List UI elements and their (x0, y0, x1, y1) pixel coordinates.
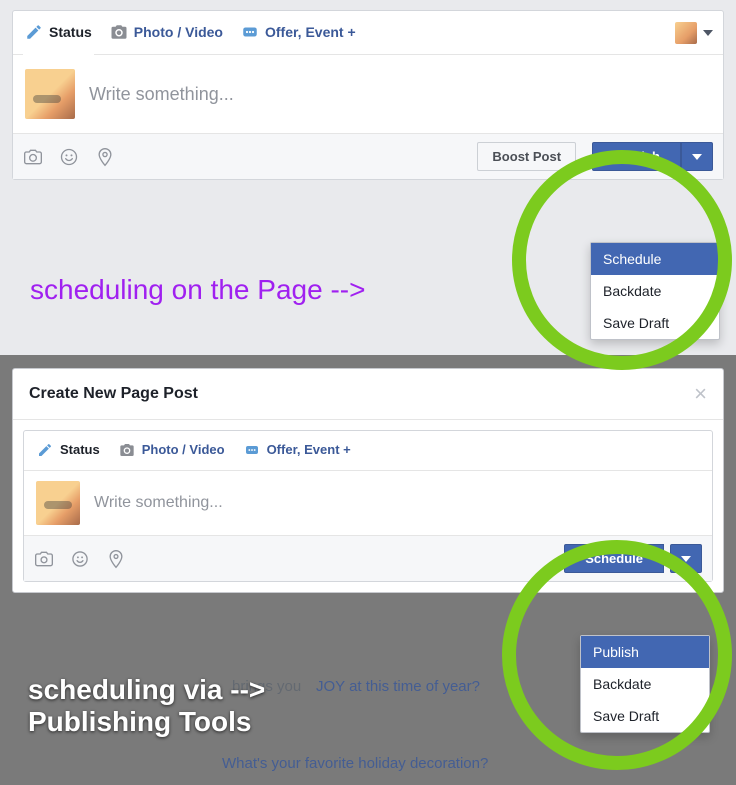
modal-footer: Schedule (24, 535, 712, 581)
publish-split-button: Publish (592, 142, 713, 171)
modal-tab-photo-label: Photo / Video (142, 442, 225, 457)
annotation-scheduling-via-tools: scheduling via --> Publishing Tools (28, 674, 265, 738)
modal-tab-photo[interactable]: Photo / Video (116, 429, 227, 473)
dropdown-item-save-draft[interactable]: Save Draft (581, 700, 709, 732)
compose-area[interactable]: Write something... (13, 55, 723, 133)
composer-tabs: Status Photo / Video Offer, Event + (13, 11, 723, 55)
tab-offer-label: Offer, Event + (265, 24, 356, 40)
posting-as-avatar[interactable] (675, 22, 713, 44)
camera-icon (110, 23, 128, 41)
tab-status[interactable]: Status (23, 11, 94, 55)
chevron-down-icon (703, 30, 713, 36)
composer-footer: Boost Post Publish (13, 133, 723, 179)
schedule-caret-button[interactable] (670, 544, 702, 573)
location-icon[interactable] (106, 549, 126, 569)
create-post-modal: Create New Page Post × Status Photo / Vi… (12, 368, 724, 593)
close-icon[interactable]: × (694, 383, 707, 405)
pencil-icon (25, 23, 43, 41)
dropdown-item-backdate[interactable]: Backdate (581, 668, 709, 700)
compose-placeholder: Write something... (89, 84, 234, 105)
publish-button[interactable]: Publish (592, 142, 681, 171)
modal-composer-panel: Status Photo / Video Offer, Event + (23, 430, 713, 582)
tab-offer[interactable]: Offer, Event + (239, 11, 358, 55)
dropdown-item-schedule[interactable]: Schedule (591, 243, 719, 275)
annotation-line2: Publishing Tools (28, 706, 251, 737)
schedule-split-button: Schedule (564, 544, 702, 573)
dropdown-item-publish[interactable]: Publish (581, 636, 709, 668)
schedule-button[interactable]: Schedule (564, 544, 664, 573)
annotation-line1: scheduling via --> (28, 674, 265, 705)
modal-compose-area[interactable]: Write something... (24, 471, 712, 535)
tab-photo[interactable]: Photo / Video (108, 11, 225, 55)
background-text: What's your favorite holiday decoration? (222, 755, 488, 772)
modal-tab-status-label: Status (60, 442, 100, 457)
more-icon (243, 441, 261, 459)
dropdown-item-backdate[interactable]: Backdate (591, 275, 719, 307)
boost-post-button[interactable]: Boost Post (477, 142, 576, 171)
more-icon (241, 23, 259, 41)
tab-photo-label: Photo / Video (134, 24, 223, 40)
camera-icon (118, 441, 136, 459)
dropdown-item-save-draft[interactable]: Save Draft (591, 307, 719, 339)
annotation-scheduling-on-page: scheduling on the Page --> (30, 274, 365, 306)
schedule-dropdown: Publish Backdate Save Draft (580, 635, 710, 733)
user-avatar (25, 69, 75, 119)
user-avatar (36, 481, 80, 525)
modal-tab-status[interactable]: Status (34, 429, 102, 473)
chevron-down-icon (681, 556, 691, 562)
modal-header: Create New Page Post × (13, 369, 723, 420)
chevron-down-icon (692, 154, 702, 160)
photo-icon[interactable] (23, 147, 43, 167)
modal-tab-offer-label: Offer, Event + (267, 442, 351, 457)
feeling-icon[interactable] (70, 549, 90, 569)
modal-composer-tabs: Status Photo / Video Offer, Event + (24, 431, 712, 471)
modal-title: Create New Page Post (29, 385, 198, 403)
location-icon[interactable] (95, 147, 115, 167)
tab-status-label: Status (49, 24, 92, 40)
modal-compose-placeholder: Write something... (94, 494, 223, 512)
photo-icon[interactable] (34, 549, 54, 569)
publish-dropdown: Schedule Backdate Save Draft (590, 242, 720, 340)
avatar-icon (675, 22, 697, 44)
modal-tab-offer[interactable]: Offer, Event + (241, 429, 353, 473)
pencil-icon (36, 441, 54, 459)
publish-caret-button[interactable] (681, 142, 713, 171)
background-text: JOY at this time of year? (316, 678, 480, 695)
page-composer-panel: Status Photo / Video Offer, Event + Writ… (12, 10, 724, 180)
create-post-modal-wrap: Create New Page Post × Status Photo / Vi… (12, 368, 724, 593)
feeling-icon[interactable] (59, 147, 79, 167)
